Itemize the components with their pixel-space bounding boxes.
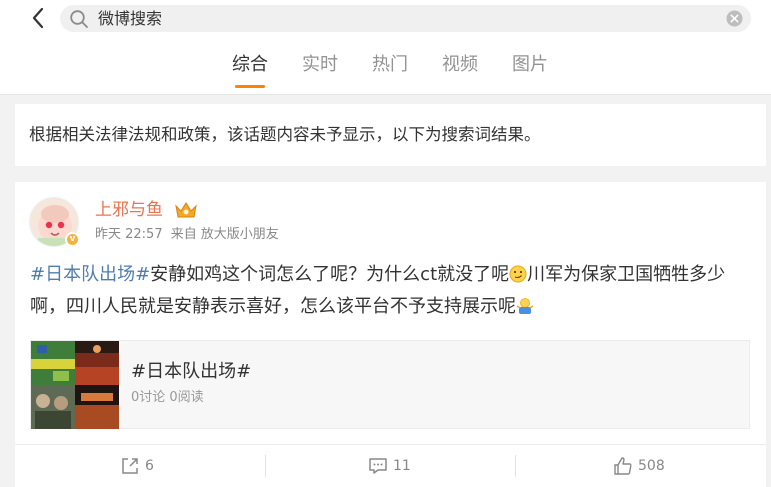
search-bar[interactable]: 微博搜索 [60,5,751,32]
tab-realtime[interactable]: 实时 [300,52,340,78]
repost-button[interactable]: 6 [120,453,154,479]
topic-stats: 0讨论 0阅读 [131,390,204,405]
action-divider [515,455,516,477]
comment-button[interactable]: 11 [368,453,411,479]
like-button[interactable]: 508 [613,453,665,479]
post-card: v 上邪与鱼 昨天 22:57 来自 放大版小朋友 #日本队出场#安静如鸡这个词怎… [15,182,766,487]
tab-images[interactable]: 图片 [510,52,550,78]
post-actions: 6 11 508 [15,444,766,487]
thumbnail-image [75,341,119,385]
tab-hot[interactable]: 热门 [370,52,410,78]
notice-banner: 根据相关法律法规和政策，该话题内容未予显示，以下为搜索词结果。 [15,104,766,166]
shrug-emoji-icon [516,298,534,314]
thumbnail-image [31,385,75,429]
search-tabs: 综合 实时 热门 视频 图片 [0,52,771,95]
search-input[interactable]: 微博搜索 [98,8,162,29]
comment-count: 11 [393,458,411,474]
post-hashtag[interactable]: #日本队出场# [30,264,150,285]
thumbnail-image [75,385,119,429]
thumbnail-image [31,341,75,385]
topic-title: #日本队出场# [131,361,252,382]
source-prefix: 来自 [170,227,197,242]
crown-icon[interactable] [173,200,199,220]
search-icon [70,10,88,28]
repost-icon [122,458,138,474]
notice-text: 根据相关法律法规和政策，该话题内容未予显示，以下为搜索词结果。 [29,125,541,144]
header: 微博搜索 综合 实时 热门 视频 图片 [0,0,771,95]
post-content: #日本队出场#安静如鸡这个词怎么了呢？为什么ct就没了呢 川军为保家卫国牺牲多少… [30,259,750,323]
topic-thumbnail [31,341,119,429]
back-button[interactable] [26,6,50,30]
username[interactable]: 上邪与鱼 [95,198,163,222]
post-source: 放大版小朋友 [200,227,279,242]
tab-comprehensive[interactable]: 综合 [230,52,270,78]
tab-video[interactable]: 视频 [440,52,480,78]
repost-count: 6 [145,458,154,474]
like-count: 508 [638,458,665,474]
action-divider [265,455,266,477]
comment-icon [369,458,387,474]
post-meta: 昨天 22:57 来自 放大版小朋友 [95,226,283,244]
clear-icon[interactable] [726,10,743,27]
chevron-left-icon [32,7,44,29]
post-text-1: 安静如鸡这个词怎么了呢？为什么ct就没了呢 [150,264,510,285]
smirk-emoji-icon [509,265,527,283]
topic-card[interactable]: #日本队出场# 0讨论 0阅读 [30,340,750,429]
active-tab-indicator [235,85,265,88]
verified-badge-icon: v [65,232,80,247]
post-time: 昨天 22:57 [95,227,163,242]
thumbs-up-icon [614,457,632,475]
